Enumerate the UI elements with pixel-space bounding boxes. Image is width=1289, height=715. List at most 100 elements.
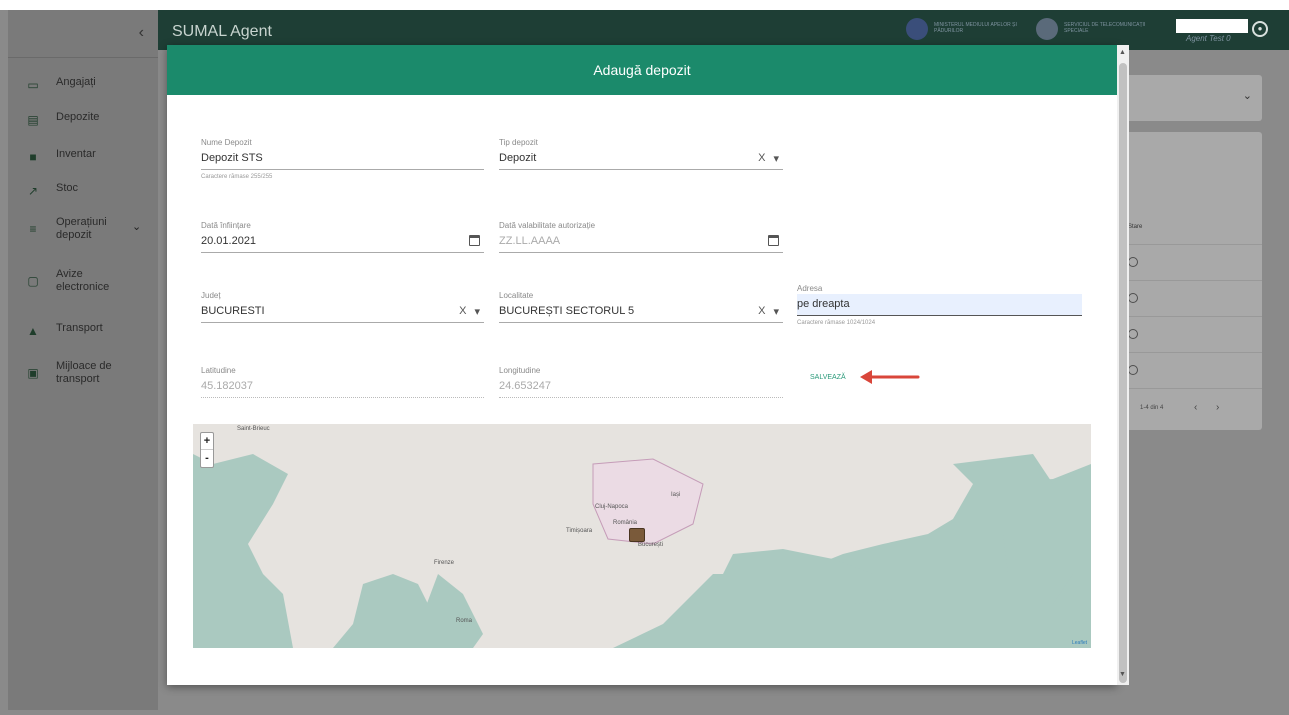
tip-depozit-field[interactable]: Tip depozit Depozit X ▾ — [499, 138, 783, 170]
judet-field[interactable]: Județ BUCURESTI X ▾ — [201, 291, 484, 323]
user-box — [1176, 19, 1248, 33]
dropdown-arrow-icon[interactable]: ▾ — [773, 152, 779, 165]
field-label: Județ — [201, 291, 221, 300]
nume-depozit-field[interactable]: Nume Depozit Depozit STS Caractere rămas… — [201, 138, 484, 180]
chevron-down-icon[interactable]: ⌄ — [132, 220, 141, 233]
dropdown-arrow-icon[interactable]: ▾ — [474, 305, 480, 318]
calendar-icon[interactable] — [768, 235, 779, 246]
save-button[interactable]: SALVEAZĂ — [810, 374, 846, 381]
table-footer: 1-4 din 4 ‹ › — [1118, 388, 1262, 430]
route-icon: ▲ — [27, 324, 39, 338]
data-valabilitate-field[interactable]: Dată valabilitate autorizație ZZ.LL.AAAA — [499, 221, 783, 253]
sidebar-item-depozite[interactable]: ▤ Depozite — [8, 111, 158, 127]
data-infiintare-field[interactable]: Dată înființare 20.01.2021 — [201, 221, 484, 253]
adresa-field[interactable]: Adresa pe dreapta Caractere rămase 1024/… — [797, 284, 1082, 326]
scroll-up-icon[interactable]: ▲ — [1119, 49, 1126, 56]
chevron-down-icon[interactable]: ⌄ — [1243, 89, 1252, 102]
background-filter-card: ⌄ — [1118, 75, 1262, 121]
pagination-text: 1-4 din 4 — [1140, 405, 1164, 411]
table-row — [1118, 280, 1262, 316]
zoom-out-button[interactable]: - — [201, 450, 213, 467]
truck-icon: ▣ — [27, 366, 39, 380]
data-valabilitate-input[interactable]: ZZ.LL.AAAA — [499, 231, 783, 253]
map-label-saint: Saint-Brieuc — [237, 426, 270, 432]
red-arrow-icon — [860, 370, 920, 384]
table-row — [1118, 244, 1262, 280]
sidebar-item-label: Mijloace de transport — [56, 360, 112, 385]
sidebar-item-label: Stoc — [56, 182, 79, 194]
clear-icon[interactable]: X — [459, 305, 466, 318]
nume-depozit-input[interactable]: Depozit STS — [201, 148, 484, 170]
localitate-field[interactable]: Localitate BUCUREȘTI SECTORUL 5 X ▾ — [499, 291, 783, 323]
select-value: BUCURESTI — [201, 305, 265, 317]
dialog-header: Adaugă depozit — [167, 45, 1117, 95]
sidebar-item-stoc[interactable]: ↗ Stoc — [8, 182, 158, 198]
sidebar-item-label: Avize electronice — [56, 268, 110, 293]
char-counter: Caractere rămase 1024/1024 — [797, 320, 876, 326]
char-counter: Caractere rămase 255/255 — [201, 174, 273, 180]
info-icon[interactable] — [1128, 293, 1138, 303]
date-placeholder: ZZ.LL.AAAA — [499, 235, 561, 247]
calendar-icon[interactable] — [469, 235, 480, 246]
select-value: Depozit — [499, 152, 537, 164]
map-label-cluj: Cluj-Napoca — [595, 504, 629, 510]
field-label: Dată înființare — [201, 221, 251, 230]
map-zoom-control: + - — [200, 432, 214, 468]
scroll-down-icon[interactable]: ▼ — [1119, 671, 1126, 678]
sidebar-item-operatiuni[interactable]: ≡ Operațiuni depozit ⌄ — [8, 216, 158, 242]
dropdown-arrow-icon[interactable]: ▾ — [773, 305, 779, 318]
scroll-thumb[interactable] — [1119, 63, 1127, 683]
sts-logo-icon — [1036, 18, 1058, 40]
field-label: Dată valabilitate autorizație — [499, 221, 596, 230]
trend-icon: ↗ — [27, 184, 39, 198]
sidebar-item-label: Depozite — [56, 111, 100, 123]
data-infiintare-input[interactable]: 20.01.2021 — [201, 231, 484, 253]
field-label: Nume Depozit — [201, 138, 252, 147]
info-icon[interactable] — [1128, 365, 1138, 375]
sidebar-item-transport[interactable]: ▲ Transport — [8, 322, 158, 338]
clear-icon[interactable]: X — [758, 152, 765, 165]
sidebar-item-angajati[interactable]: ▭ Angajați — [8, 76, 158, 92]
latitudine-input: 45.182037 — [201, 376, 484, 398]
sidebar-item-label: Transport — [56, 322, 103, 334]
list-icon: ≡ — [29, 222, 37, 236]
clear-icon[interactable]: X — [758, 305, 765, 318]
field-label: Localitate — [499, 291, 534, 300]
map-label-iasi: Iași — [671, 492, 681, 498]
app-header: SUMAL Agent MINISTERUL MEDIULUI APELOR Ș… — [158, 10, 1289, 50]
map-label-romania: România — [613, 520, 638, 526]
table-row — [1118, 316, 1262, 352]
dialog-title: Adaugă depozit — [593, 62, 691, 78]
map-label-timisoara: Timișoara — [566, 528, 593, 534]
sidebar-item-mijloace[interactable]: ▣ Mijloace de transport — [8, 360, 158, 386]
latitudine-field: Latitudine 45.182037 — [201, 366, 484, 398]
field-label: Tip depozit — [499, 138, 538, 147]
field-label: Longitudine — [499, 366, 541, 375]
longitudine-input: 24.653247 — [499, 376, 783, 398]
sts-text: SERVICIUL DE TELECOMUNICAȚII SPECIALE — [1064, 22, 1146, 34]
map-view[interactable]: + - Saint-Brieuc Cluj-Napoca România Iaș… — [193, 424, 1091, 648]
app-title: SUMAL Agent — [172, 23, 272, 40]
chevron-left-icon[interactable]: ‹ — [139, 24, 144, 42]
table-header-cell: Stare — [1128, 224, 1143, 230]
account-icon[interactable]: ● — [1252, 21, 1268, 37]
adresa-input[interactable]: pe dreapta — [797, 294, 1082, 316]
sidebar-item-label: Angajați — [56, 76, 96, 88]
localitate-select[interactable]: BUCUREȘTI SECTORUL 5 X ▾ — [499, 301, 783, 323]
dialog-scrollbar[interactable]: ▲ ▼ — [1117, 45, 1129, 685]
judet-select[interactable]: BUCURESTI X ▾ — [201, 301, 484, 323]
longitudine-field: Longitudine 24.653247 — [499, 366, 783, 398]
tip-depozit-select[interactable]: Depozit X ▾ — [499, 148, 783, 170]
info-icon[interactable] — [1128, 329, 1138, 339]
warehouse-marker-icon[interactable] — [629, 528, 645, 542]
prev-page-icon[interactable]: ‹ — [1194, 402, 1197, 413]
sidebar-item-label: Operațiuni depozit — [56, 216, 107, 241]
sidebar-item-inventar[interactable]: ■ Inventar — [8, 148, 158, 164]
sidebar-header: ‹ — [8, 10, 158, 58]
info-icon[interactable] — [1128, 257, 1138, 267]
zoom-in-button[interactable]: + — [201, 433, 213, 450]
sidebar-item-avize[interactable]: ▢ Avize electronice — [8, 268, 158, 294]
next-page-icon[interactable]: › — [1216, 402, 1219, 413]
background-table-card: Stare 1-4 din 4 ‹ › — [1118, 132, 1262, 430]
map-attribution[interactable]: Leaflet — [1072, 640, 1087, 646]
